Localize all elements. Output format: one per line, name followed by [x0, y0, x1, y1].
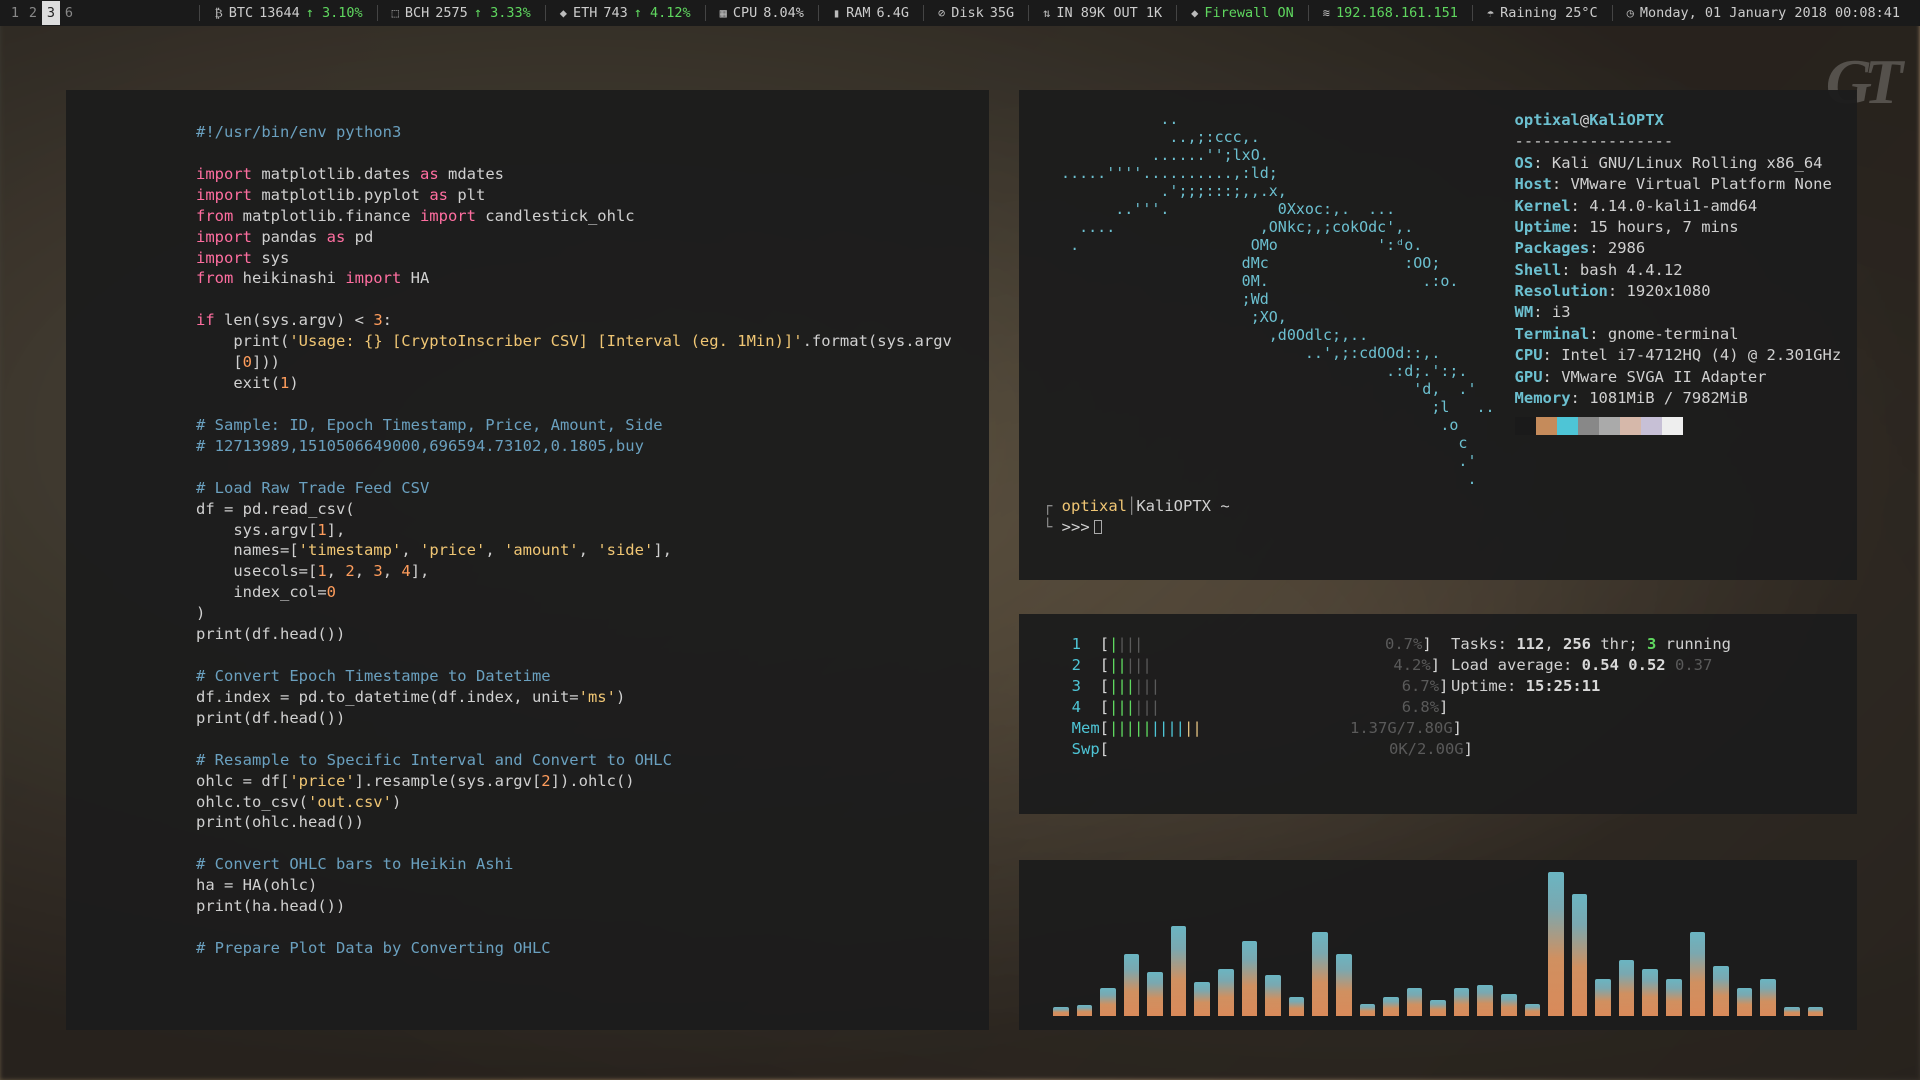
- workspace-3[interactable]: 3: [42, 1, 60, 25]
- firewall-status: ◆Firewall ON: [1176, 5, 1308, 21]
- audio-visualizer: [1019, 860, 1857, 1030]
- viz-bar: [1737, 988, 1753, 1016]
- viz-bar: [1265, 975, 1281, 1016]
- viz-bar: [1194, 982, 1210, 1016]
- viz-bar: [1477, 985, 1493, 1016]
- viz-bar: [1171, 926, 1187, 1016]
- viz-bar: [1525, 1004, 1541, 1016]
- viz-bar: [1642, 969, 1658, 1016]
- code-editor[interactable]: #!/usr/bin/env python3 import matplotlib…: [66, 90, 989, 1030]
- viz-bar: [1242, 941, 1258, 1016]
- viz-bar: [1595, 979, 1611, 1016]
- viz-bar: [1548, 872, 1564, 1016]
- viz-bar: [1218, 969, 1234, 1016]
- color-swatches: [1515, 417, 1842, 435]
- workspace-6[interactable]: 6: [60, 1, 78, 25]
- cursor-icon: [1094, 520, 1102, 534]
- terminal-neofetch[interactable]: .. ..,;:ccc,. ......'';lxO. .....''''...…: [1019, 90, 1857, 580]
- workspace-2[interactable]: 2: [24, 1, 42, 25]
- weather: ☂Raining 25°C: [1472, 5, 1612, 21]
- ticker-btc: ₿BTC13644↑ 3.10%: [199, 5, 376, 21]
- shell-prompt[interactable]: ┌ optixal│KaliOPTX ~ └ >>>: [1043, 496, 1833, 538]
- viz-bar: [1501, 994, 1517, 1016]
- viz-bar: [1430, 1000, 1446, 1016]
- system-info: optixal@KaliOPTX ----------------- OS: K…: [1515, 110, 1842, 488]
- i3-status-bar: 1236 ₿BTC13644↑ 3.10% ⬚BCH2575↑ 3.33% ◆E…: [0, 0, 1920, 26]
- viz-bar: [1713, 966, 1729, 1016]
- viz-bar: [1100, 988, 1116, 1016]
- viz-bar: [1784, 1007, 1800, 1016]
- viz-bar: [1572, 894, 1588, 1016]
- ip-address: ≋192.168.161.151: [1308, 5, 1472, 21]
- terminal-htop[interactable]: 1 [|||| 0.7%] Tasks: 112, 256 thr; 3 run…: [1019, 614, 1857, 814]
- network-io: ⇅IN 89K OUT 1K: [1028, 5, 1176, 21]
- ram-usage: ▮RAM6.4G: [818, 5, 923, 21]
- viz-bar: [1383, 997, 1399, 1016]
- workspace-switcher: 1236: [6, 1, 78, 25]
- viz-bar: [1760, 979, 1776, 1016]
- viz-bar: [1454, 988, 1470, 1016]
- viz-bar: [1124, 954, 1140, 1016]
- cpu-usage: ▦CPU8.04%: [705, 5, 818, 21]
- viz-bar: [1336, 954, 1352, 1016]
- viz-bar: [1077, 1005, 1093, 1016]
- ticker-bch: ⬚BCH2575↑ 3.33%: [377, 5, 545, 21]
- viz-bar: [1619, 960, 1635, 1016]
- viz-bar: [1312, 932, 1328, 1016]
- ticker-eth: ◆ETH743↑ 4.12%: [545, 5, 705, 21]
- disk-usage: ⊘Disk35G: [923, 5, 1028, 21]
- ascii-art-kali: .. ..,;:ccc,. ......'';lxO. .....''''...…: [1043, 110, 1495, 488]
- viz-bar: [1808, 1007, 1824, 1016]
- viz-bar: [1666, 979, 1682, 1016]
- viz-bar: [1360, 1004, 1376, 1016]
- viz-bar: [1690, 932, 1706, 1016]
- workspace-1[interactable]: 1: [6, 1, 24, 25]
- viz-bar: [1407, 988, 1423, 1016]
- viz-bar: [1053, 1007, 1069, 1016]
- viz-bar: [1147, 972, 1163, 1016]
- clock: ◷Monday, 01 January 2018 00:08:41: [1612, 5, 1914, 21]
- viz-bar: [1289, 997, 1305, 1016]
